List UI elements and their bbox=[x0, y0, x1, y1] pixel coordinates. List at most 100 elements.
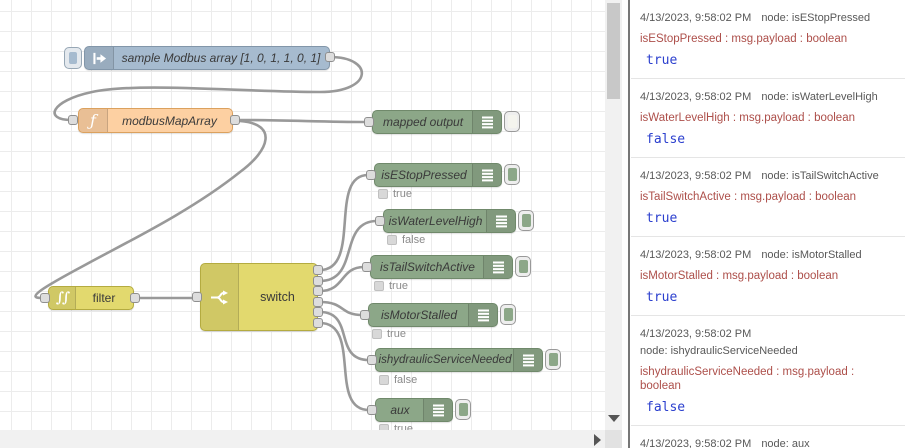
switch-input-port[interactable] bbox=[192, 292, 202, 302]
message-node: node: isEStopPressed bbox=[761, 12, 871, 24]
switch-label: switch bbox=[260, 290, 295, 304]
switch-output-port-4[interactable] bbox=[313, 297, 323, 307]
message-meta: ishydraulicServiceNeeded : msg.payload :… bbox=[640, 366, 855, 392]
message-node: node: isTailSwitchActive bbox=[761, 170, 879, 182]
node-debug-istailswitchactive[interactable]: isTailSwitchActive bbox=[370, 255, 513, 279]
scroll-right-arrow-icon[interactable] bbox=[594, 434, 601, 446]
status-dot-icon bbox=[374, 281, 384, 291]
debug-input-port[interactable] bbox=[367, 405, 377, 415]
switch-output-port-5[interactable] bbox=[313, 307, 323, 317]
node-status: true bbox=[374, 280, 408, 292]
switch-output-port-6[interactable] bbox=[313, 318, 323, 328]
debug-input-port[interactable] bbox=[362, 262, 372, 272]
switch-output-port-2[interactable] bbox=[313, 276, 323, 286]
status-text: false bbox=[394, 374, 418, 386]
debug-toggle-inner bbox=[548, 353, 558, 366]
node-function[interactable]: ƒ modbusMapArray bbox=[78, 108, 233, 133]
wire-switch-isestoppressed[interactable] bbox=[319, 173, 369, 272]
node-switch[interactable]: switch bbox=[200, 263, 318, 331]
message-value: true bbox=[646, 53, 678, 68]
debug-label: mapped output bbox=[382, 115, 464, 129]
horizontal-scrollbar-track[interactable] bbox=[0, 430, 605, 448]
scrollbar-corner bbox=[605, 430, 622, 448]
debug-toggle[interactable] bbox=[518, 210, 534, 231]
message-timestamp: 4/13/2023, 9:58:02 PM bbox=[640, 170, 752, 182]
message-timestamp: 4/13/2023, 9:58:02 PM bbox=[640, 438, 752, 448]
status-text: false bbox=[402, 234, 426, 246]
message-value: false bbox=[646, 400, 686, 415]
debug-input-port[interactable] bbox=[375, 216, 385, 226]
filter-input-port[interactable] bbox=[40, 293, 50, 303]
debug-toggle[interactable] bbox=[504, 164, 520, 185]
debug-label: isTailSwitchActive bbox=[380, 260, 475, 274]
message-meta: isMotorStalled : msg.payload : boolean bbox=[640, 270, 839, 282]
debug-input-port[interactable] bbox=[367, 355, 377, 365]
message-value: true bbox=[646, 290, 678, 305]
inject-button[interactable] bbox=[64, 47, 82, 69]
node-status: false bbox=[379, 374, 417, 386]
function-icon: ƒ bbox=[79, 109, 108, 132]
inject-output-port[interactable] bbox=[325, 52, 335, 62]
status-text: true bbox=[394, 423, 413, 430]
vertical-scrollbar-thumb[interactable] bbox=[607, 3, 620, 99]
function-input-port[interactable] bbox=[68, 115, 78, 125]
debug-list-icon bbox=[468, 304, 497, 326]
function-output-port[interactable] bbox=[230, 115, 240, 125]
status-text: true bbox=[387, 328, 406, 340]
node-inject[interactable]: sample Modbus array [1, 0, 1, 1, 0, 1] bbox=[84, 46, 330, 70]
filter-output-port[interactable] bbox=[130, 293, 140, 303]
node-debug-ismotorstalled[interactable]: isMotorStalled bbox=[368, 303, 498, 327]
debug-input-port[interactable] bbox=[366, 170, 376, 180]
node-debug-mapped-output[interactable]: mapped output bbox=[372, 110, 502, 134]
debug-label: isMotorStalled bbox=[380, 308, 458, 322]
debug-sidebar[interactable]: 4/13/2023, 9:58:02 PM node: isEStopPresse… bbox=[631, 0, 905, 448]
function-label: modbusMapArray bbox=[122, 113, 217, 128]
debug-toggle[interactable] bbox=[515, 256, 531, 277]
message-timestamp: 4/13/2023, 9:58:02 PM bbox=[640, 328, 752, 340]
message-node: node: ishydraulicServiceNeeded bbox=[640, 345, 798, 357]
debug-input-port[interactable] bbox=[360, 310, 370, 320]
switch-output-port-1[interactable] bbox=[313, 265, 323, 275]
debug-list-icon bbox=[423, 399, 452, 421]
filter-label: filter bbox=[92, 291, 116, 305]
message-timestamp: 4/13/2023, 9:58:02 PM bbox=[640, 91, 752, 103]
inject-icon bbox=[85, 47, 114, 69]
node-filter[interactable]: ∫∫ filter bbox=[48, 286, 134, 310]
debug-toggle-inner bbox=[503, 308, 513, 321]
debug-label: ishydraulicServiceNeeded bbox=[378, 354, 512, 366]
inject-button-inner bbox=[69, 52, 77, 64]
node-debug-iswaterlevelhigh[interactable]: isWaterLevelHigh bbox=[383, 209, 516, 233]
flow-canvas[interactable]: sample Modbus array [1, 0, 1, 1, 0, 1] ƒ… bbox=[0, 0, 605, 430]
node-debug-isestoppressed[interactable]: isEStopPressed bbox=[374, 163, 502, 187]
status-text: true bbox=[393, 188, 412, 200]
status-dot-icon bbox=[378, 189, 388, 199]
debug-input-port[interactable] bbox=[364, 117, 374, 127]
message-meta: isEStopPressed : msg.payload : boolean bbox=[640, 33, 848, 45]
debug-message: 4/13/2023, 9:58:02 PM node: isTailSwitchA… bbox=[631, 158, 905, 237]
switch-output-port-3[interactable] bbox=[313, 286, 323, 296]
wire-function-mapped-output[interactable] bbox=[239, 118, 367, 124]
node-debug-aux[interactable]: aux bbox=[375, 398, 453, 422]
debug-message: 4/13/2023, 9:58:02 PMnode: aux aux : msg… bbox=[631, 426, 905, 448]
message-value: true bbox=[646, 211, 678, 226]
status-dot-icon bbox=[379, 375, 389, 385]
debug-message: 4/13/2023, 9:58:02 PM node: isEStopPresse… bbox=[631, 0, 905, 79]
debug-list-icon bbox=[483, 256, 512, 278]
node-status: false bbox=[387, 234, 425, 246]
status-text: true bbox=[389, 280, 408, 292]
node-debug-ishydraulicserviceneeded[interactable]: ishydraulicServiceNeeded bbox=[375, 348, 543, 372]
debug-toggle-inner bbox=[521, 214, 531, 227]
debug-toggle[interactable] bbox=[500, 304, 516, 325]
debug-toggle-inner bbox=[458, 403, 468, 416]
debug-toggle[interactable] bbox=[504, 111, 520, 132]
panel-splitter[interactable] bbox=[628, 0, 630, 448]
debug-toggle[interactable] bbox=[545, 349, 561, 370]
status-dot-icon bbox=[387, 235, 397, 245]
debug-toggle-inner bbox=[507, 115, 517, 128]
scroll-down-arrow-icon[interactable] bbox=[608, 415, 620, 422]
debug-label: isWaterLevelHigh bbox=[388, 214, 483, 228]
message-timestamp: 4/13/2023, 9:58:02 PM bbox=[640, 12, 752, 24]
debug-toggle[interactable] bbox=[455, 399, 471, 420]
message-node: node: isWaterLevelHigh bbox=[761, 91, 878, 103]
filter-icon: ∫∫ bbox=[49, 287, 76, 309]
